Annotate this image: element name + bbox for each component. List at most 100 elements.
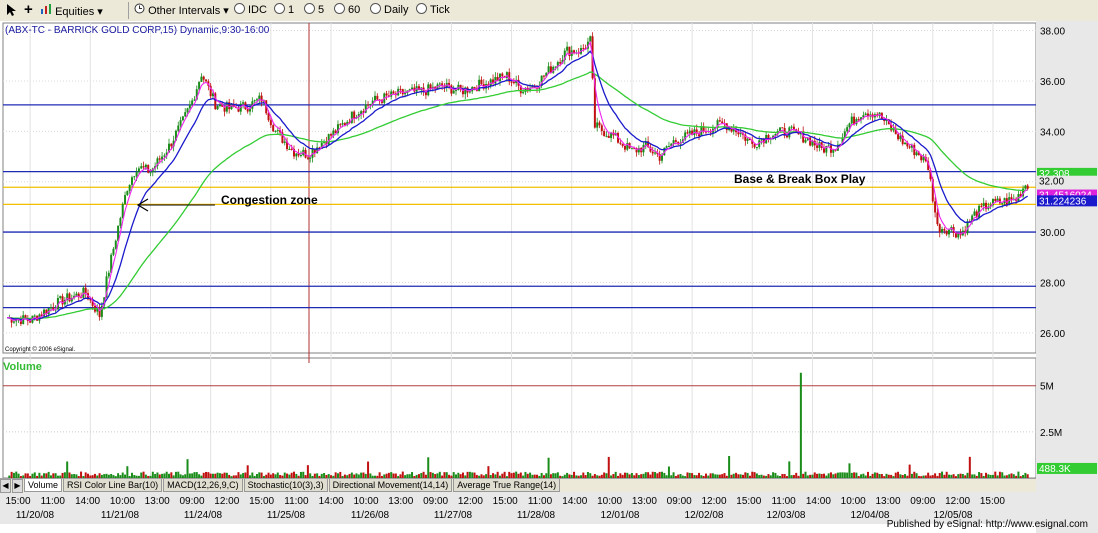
candle-body xyxy=(142,166,145,168)
candle-body xyxy=(600,125,603,132)
candle-body xyxy=(785,135,788,138)
candle-body xyxy=(589,36,592,42)
candle-body xyxy=(816,145,819,148)
radio-daily[interactable]: Daily xyxy=(370,3,408,18)
x-time-label: 09:00 xyxy=(667,496,692,507)
candle-body xyxy=(848,123,851,128)
radio-daily-label: Daily xyxy=(384,4,409,16)
x-time-label: 12:00 xyxy=(701,496,726,507)
candle-body xyxy=(124,195,127,204)
candle-body xyxy=(255,99,258,101)
radio-5[interactable]: 5 xyxy=(304,3,324,18)
candle-body xyxy=(915,152,918,156)
candle-body xyxy=(135,171,138,177)
candle-body xyxy=(473,86,476,89)
candle-body xyxy=(276,130,279,132)
candle-body xyxy=(1001,203,1004,205)
x-date-label: 12/03/08 xyxy=(767,510,806,521)
candle-body xyxy=(144,164,147,168)
x-date-label: 11/25/08 xyxy=(267,510,306,521)
candle-body xyxy=(188,104,191,109)
other-intervals-menu[interactable]: Other Intervals ▾ xyxy=(134,3,229,18)
candle-body xyxy=(737,132,740,135)
candle-body xyxy=(374,95,377,101)
candle-body xyxy=(49,307,52,309)
x-time-label: 10:00 xyxy=(597,496,622,507)
chart-canvas[interactable]: 38.00 36.00 34.00 32.00 30.00 28.00 26.00 (ABX-… xyxy=(0,21,1098,533)
study-tab[interactable]: MACD(12,26,9,C) xyxy=(163,479,243,492)
tab-next-icon[interactable]: ▶ xyxy=(12,479,23,493)
volume-tick-label: 2.5M xyxy=(1040,428,1062,439)
radio-60[interactable]: 60 xyxy=(334,3,360,18)
candle-body xyxy=(897,134,900,140)
candle-body xyxy=(936,212,939,225)
candle-body xyxy=(665,146,668,148)
x-time-label: 13:00 xyxy=(388,496,413,507)
candle-body xyxy=(367,104,370,106)
x-date-label: 11/24/08 xyxy=(184,510,223,521)
x-time-label: 15:00 xyxy=(736,496,761,507)
x-time-label: 14:00 xyxy=(319,496,344,507)
candle-body xyxy=(654,152,657,154)
study-tab[interactable]: Stochastic(10(3),3) xyxy=(243,479,328,492)
candle-body xyxy=(686,132,689,134)
x-time-label: 15:00 xyxy=(493,496,518,507)
candle-body xyxy=(596,122,599,128)
study-tab[interactable]: RSI Color Line Bar(10) xyxy=(63,479,163,492)
study-tab[interactable]: Average True Range(14) xyxy=(453,479,561,492)
candle-body xyxy=(582,48,585,50)
x-date-label: 11/20/08 xyxy=(16,510,55,521)
candle-body xyxy=(941,229,944,233)
candle-body xyxy=(547,66,550,73)
volume-bar xyxy=(126,466,129,478)
volume-bar xyxy=(306,465,309,478)
x-date-label: 12/02/08 xyxy=(685,510,724,521)
published-by: Published by eSignal: http://www.esignal… xyxy=(886,519,1088,530)
x-date-label: 11/28/08 xyxy=(517,510,556,521)
candle-body xyxy=(818,142,821,148)
candle-body xyxy=(651,151,654,154)
add-icon[interactable]: + xyxy=(24,2,33,18)
radio-idc[interactable]: IDC xyxy=(234,3,267,18)
volume-bar xyxy=(799,372,802,478)
radio-5-label: 5 xyxy=(318,4,325,16)
candle-body xyxy=(850,116,853,124)
radio-idc-label: IDC xyxy=(248,4,267,16)
price-tick-label: 34.00 xyxy=(1040,127,1065,138)
candle-body xyxy=(512,81,515,84)
candle-body xyxy=(253,100,256,102)
candle-body xyxy=(339,124,342,126)
volume-bar xyxy=(667,466,670,478)
x-time-label: 15:00 xyxy=(980,496,1005,507)
chevron-down-icon: ▾ xyxy=(223,5,229,17)
candle-body xyxy=(114,240,117,249)
volume-bar xyxy=(186,459,189,478)
candle-body xyxy=(674,140,677,142)
candle-body xyxy=(739,133,742,135)
volume-last-label: 488.3K xyxy=(1039,464,1071,475)
cursor-icon[interactable] xyxy=(6,3,18,18)
radio-tick[interactable]: Tick xyxy=(416,3,450,18)
study-tab[interactable]: Volume xyxy=(24,479,63,492)
equities-menu[interactable]: Equities ▾ xyxy=(40,3,103,18)
candle-body xyxy=(522,91,525,94)
volume-bar xyxy=(66,461,69,478)
x-time-label: 09:00 xyxy=(179,496,204,507)
candle-body xyxy=(1026,185,1029,189)
esignal-link[interactable]: eSignal: http://www.esignal.com xyxy=(947,519,1088,530)
tab-prev-icon[interactable]: ◀ xyxy=(0,479,11,493)
x-time-label: 15:00 xyxy=(249,496,274,507)
candle-body xyxy=(755,147,758,149)
candle-body xyxy=(908,146,911,148)
candle-body xyxy=(170,143,173,147)
candle-body xyxy=(623,145,626,150)
candle-body xyxy=(149,172,152,174)
study-tab[interactable]: Directional Movement(14,14) xyxy=(328,479,453,492)
price-tag-label: 31.224236 xyxy=(1039,196,1087,207)
candle-body xyxy=(607,135,610,138)
candle-body xyxy=(864,113,867,116)
radio-tick-label: Tick xyxy=(430,4,450,16)
candle-body xyxy=(272,125,275,132)
x-time-label: 11:00 xyxy=(41,496,66,507)
radio-1[interactable]: 1 xyxy=(274,3,294,18)
